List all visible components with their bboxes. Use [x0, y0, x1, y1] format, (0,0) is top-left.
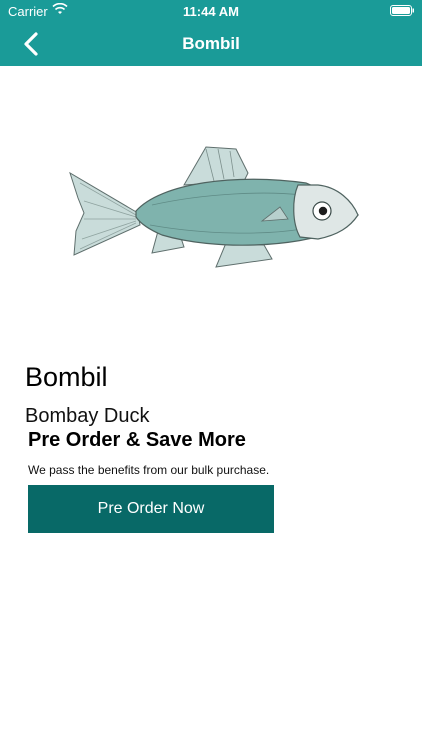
app-screen: Carrier 11:44 AM Bombil Bombil Bombay Du… — [0, 0, 422, 750]
promo-subtitle: We pass the benefits from our bulk purch… — [28, 463, 270, 477]
product-name: Bombil — [25, 362, 108, 392]
product-alternate-name: Bombay Duck — [25, 405, 150, 427]
fish-image — [69, 146, 359, 268]
navigation-bar: Bombil — [0, 22, 422, 66]
status-time: 11:44 AM — [183, 4, 239, 19]
tail-fin-shape — [69, 171, 141, 256]
page-title: Bombil — [182, 34, 240, 53]
battery-icon — [390, 5, 414, 16]
pelvic-fin-shape — [215, 242, 273, 268]
pre-order-button[interactable]: Pre Order Now — [28, 485, 274, 533]
promo-title: Pre Order & Save More — [28, 429, 246, 451]
status-bar: Carrier 11:44 AM — [0, 0, 422, 22]
header-bar: Carrier 11:44 AM Bombil — [0, 0, 422, 66]
